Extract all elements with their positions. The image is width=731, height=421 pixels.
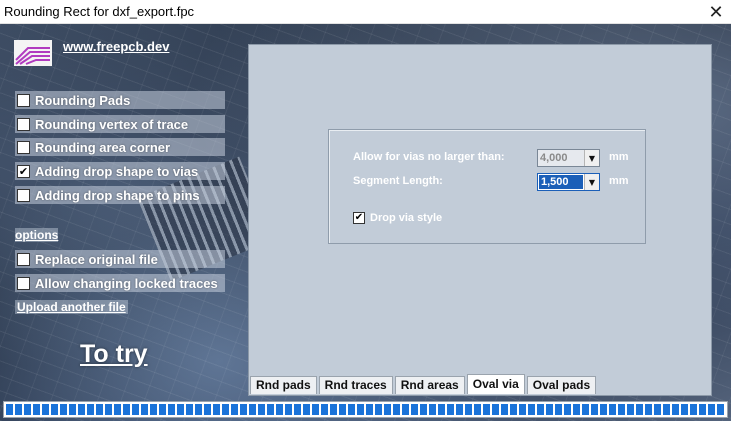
options-link[interactable]: options bbox=[15, 228, 59, 242]
drop-via-style-label: Drop via style bbox=[370, 212, 443, 224]
tab-oval-pads[interactable]: Oval pads bbox=[526, 376, 597, 394]
option-label: Adding drop shape to vias bbox=[35, 163, 199, 179]
option-rounding-area-corner[interactable]: Rounding area corner bbox=[15, 138, 225, 156]
checkbox-checked[interactable]: ✔ bbox=[353, 212, 365, 224]
checkbox-checked[interactable]: ✔ bbox=[17, 164, 30, 178]
tab-rnd-areas[interactable]: Rnd areas bbox=[394, 376, 465, 394]
checkbox[interactable] bbox=[17, 140, 30, 154]
close-icon[interactable]: ✕ bbox=[701, 0, 731, 24]
option-label: Rounding area corner bbox=[35, 139, 171, 155]
oval-via-settings-group: Allow for vias no larger than: 4,000 ▼ m… bbox=[328, 129, 646, 244]
option-rounding-pads[interactable]: Rounding Pads bbox=[15, 91, 225, 109]
to-try-button[interactable]: To try bbox=[80, 340, 148, 369]
drop-via-style-checkbox[interactable]: ✔ Drop via style bbox=[353, 212, 442, 224]
title-bar: Rounding Rect for dxf_export.fpc ✕ bbox=[0, 0, 731, 24]
chevron-down-icon[interactable]: ▼ bbox=[584, 150, 599, 166]
progress-fill bbox=[6, 404, 725, 415]
segment-length-value: 1,500 bbox=[539, 175, 583, 189]
option-rounding-vertex-of-trace[interactable]: Rounding vertex of trace bbox=[15, 115, 225, 133]
site-link[interactable]: www.freepcb.dev bbox=[63, 39, 169, 54]
checkbox[interactable] bbox=[17, 117, 30, 131]
tab-oval-via[interactable]: Oval via bbox=[466, 374, 525, 394]
vias-size-combo[interactable]: 4,000 ▼ bbox=[537, 149, 600, 167]
option-replace-original-file[interactable]: Replace original file bbox=[15, 250, 225, 268]
segment-length-combo[interactable]: 1,500 ▼ bbox=[537, 173, 600, 191]
option-label: Rounding Pads bbox=[35, 92, 131, 108]
vias-unit: mm bbox=[609, 151, 629, 163]
vias-size-value: 4,000 bbox=[540, 152, 568, 164]
main-client-area: www.freepcb.dev Rounding Pads Rounding v… bbox=[0, 24, 731, 421]
segment-length-label: Segment Length: bbox=[353, 175, 443, 187]
progress-bar bbox=[3, 401, 728, 418]
upload-another-file-link[interactable]: Upload another file bbox=[15, 300, 128, 314]
option-label: Rounding vertex of trace bbox=[35, 116, 189, 132]
chevron-down-icon[interactable]: ▼ bbox=[584, 174, 599, 190]
tab-rnd-pads[interactable]: Rnd pads bbox=[250, 376, 317, 394]
checkbox[interactable] bbox=[17, 93, 30, 107]
checkbox[interactable] bbox=[17, 252, 30, 266]
option-allow-changing-locked-traces[interactable]: Allow changing locked traces bbox=[15, 274, 225, 292]
option-adding-drop-shape-to-pins[interactable]: Adding drop shape to pins bbox=[15, 186, 225, 204]
option-label: Replace original file bbox=[35, 251, 158, 267]
option-adding-drop-shape-to-vias[interactable]: ✔ Adding drop shape to vias bbox=[15, 162, 225, 180]
checkbox[interactable] bbox=[17, 188, 30, 202]
settings-panel: Allow for vias no larger than: 4,000 ▼ m… bbox=[248, 44, 712, 396]
checkbox[interactable] bbox=[17, 276, 30, 290]
option-label: Adding drop shape to pins bbox=[35, 187, 200, 203]
segment-unit: mm bbox=[609, 175, 629, 187]
option-label: Allow changing locked traces bbox=[35, 275, 218, 291]
tab-rnd-traces[interactable]: Rnd traces bbox=[318, 376, 393, 394]
vias-size-label: Allow for vias no larger than: bbox=[353, 151, 505, 163]
freepcb-logo-icon[interactable] bbox=[14, 40, 52, 66]
window-title: Rounding Rect for dxf_export.fpc bbox=[4, 4, 195, 19]
tab-strip: Rnd pads Rnd traces Rnd areas Oval via O… bbox=[250, 374, 598, 394]
